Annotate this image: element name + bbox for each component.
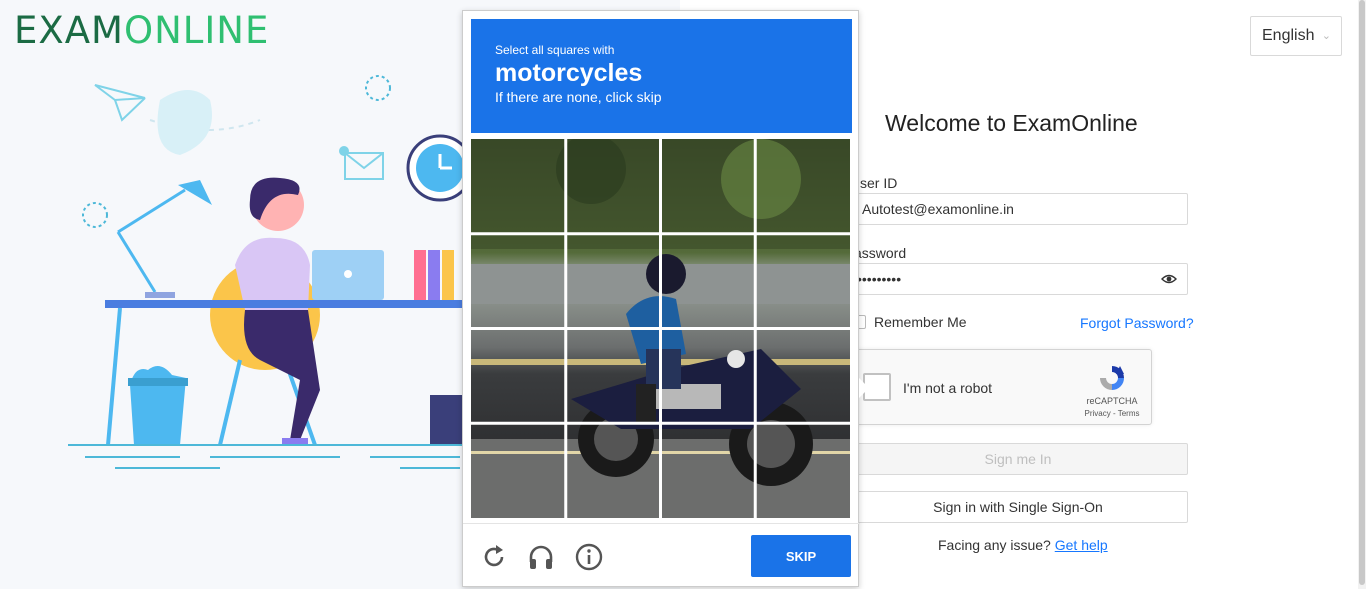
recaptcha-label: I'm not a robot [903,380,993,396]
password-value: ••••••••• [857,271,902,287]
popup-pointer [859,378,869,398]
challenge-tile[interactable] [661,329,754,422]
challenge-tile[interactable] [661,423,754,516]
challenge-tile[interactable] [755,139,848,232]
challenge-tile[interactable] [471,329,564,422]
user-id-value: Autotest@examonline.in [862,201,1014,217]
challenge-tile[interactable] [661,139,754,232]
remember-me-label: Remember Me [874,314,967,330]
logo-text-exam: EXAM [14,9,124,52]
login-page: EXAMONLINE English ⌄ Welcome to ExamOnli… [0,0,1366,589]
info-icon[interactable] [574,542,604,572]
challenge-tile[interactable] [471,234,564,327]
challenge-tile[interactable] [471,139,564,232]
page-title: Welcome to ExamOnline [885,110,1138,136]
language-select[interactable]: English ⌄ [1250,16,1342,56]
challenge-target: motorcycles [495,59,643,87]
scrollbar-thumb[interactable] [1359,0,1365,585]
challenge-tile[interactable] [755,234,848,327]
get-help-link[interactable]: Get help [1055,537,1108,553]
chevron-down-icon: ⌄ [1321,30,1331,42]
recaptcha-brand: reCAPTCHA [1086,396,1138,406]
recaptcha-widget: I'm not a robot reCAPTCHA Privacy - Term… [850,349,1152,425]
scrollbar[interactable] [1358,0,1366,589]
language-select-value: English [1262,27,1315,44]
forgot-password-link[interactable]: Forgot Password? [1080,315,1194,331]
challenge-image-grid [471,134,850,518]
challenge-footer: SKIP [463,523,860,587]
challenge-tile[interactable] [471,423,564,516]
challenge-hint: If there are none, click skip [495,89,662,105]
captcha-challenge-popup: Select all squares with motorcycles If t… [462,10,869,587]
challenge-tile[interactable] [755,423,848,516]
challenge-tile[interactable] [755,329,848,422]
sso-button[interactable]: Sign in with Single Sign-On [848,491,1188,523]
challenge-tile[interactable] [566,234,659,327]
skip-button[interactable]: SKIP [751,535,851,577]
password-input[interactable]: ••••••••• [848,263,1188,295]
reload-icon[interactable] [479,542,509,572]
recaptcha-logo-icon [1100,366,1124,390]
examonline-logo: EXAMONLINE [14,8,269,54]
challenge-instruction: Select all squares with [495,43,615,57]
sign-in-button[interactable]: Sign me In [848,443,1188,475]
user-id-label: ser ID [860,175,898,191]
user-id-input[interactable]: Autotest@examonline.in [848,193,1188,225]
eye-icon[interactable] [1161,272,1177,289]
challenge-tile[interactable] [566,139,659,232]
challenge-header: Select all squares with motorcycles If t… [471,19,852,133]
help-prompt: Facing any issue? [938,537,1051,553]
help-text: Facing any issue? Get help [938,537,1108,553]
challenge-tile[interactable] [661,234,754,327]
password-label: assword [854,245,907,261]
challenge-tile[interactable] [566,423,659,516]
logo-text-online: ONLINE [123,9,270,52]
remember-me[interactable]: Remember Me [852,314,967,330]
challenge-tile[interactable] [566,329,659,422]
workspace-illustration [68,75,470,469]
audio-icon[interactable] [526,542,556,572]
recaptcha-terms[interactable]: Privacy - Terms [1077,409,1147,418]
